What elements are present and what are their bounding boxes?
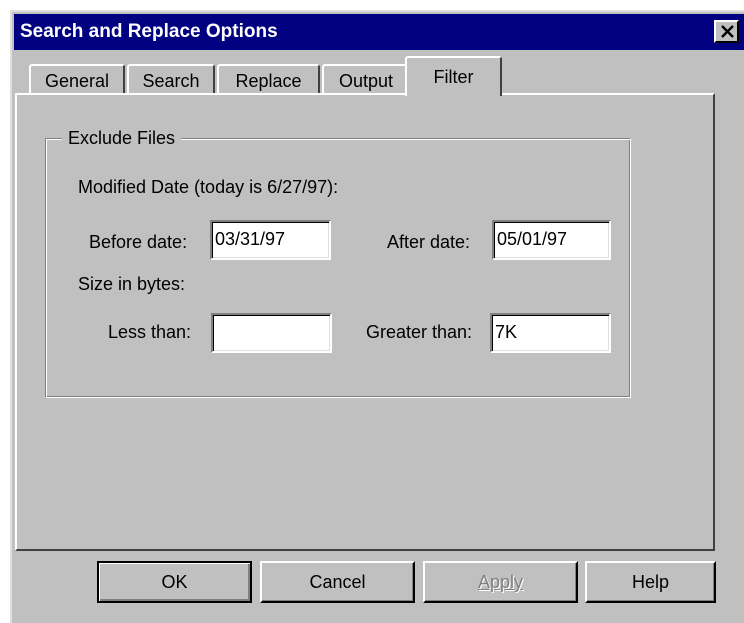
tab-search[interactable]: Search (127, 64, 215, 95)
greater-than-label: Greater than: (366, 322, 473, 342)
tab-general-label: General (44, 71, 110, 91)
exclude-files-group-label: Exclude Files (62, 128, 182, 149)
help-button-label: Help (631, 572, 670, 592)
title-bar[interactable]: Search and Replace Options (14, 14, 744, 50)
before-date-input[interactable]: 03/31/97 (210, 220, 331, 260)
cancel-button[interactable]: Cancel (260, 561, 415, 603)
window-title: Search and Replace Options (20, 21, 278, 42)
size-in-bytes-label: Size in bytes: (78, 274, 186, 294)
tab-replace[interactable]: Replace (217, 64, 320, 95)
greater-than-input[interactable]: 7K (490, 313, 611, 353)
tab-general[interactable]: General (29, 64, 125, 95)
tab-output[interactable]: Output (322, 64, 410, 95)
apply-button-label: Apply (477, 572, 524, 592)
less-than-input[interactable] (211, 313, 332, 353)
modified-date-label: Modified Date (today is 6/27/97): (78, 177, 339, 197)
tab-filter[interactable]: Filter (405, 56, 502, 96)
cancel-button-label: Cancel (309, 572, 366, 592)
before-date-label: Before date: (89, 232, 188, 252)
tab-output-label: Output (338, 71, 394, 91)
ok-button-label: OK (161, 572, 188, 592)
after-date-input[interactable]: 05/01/97 (492, 220, 611, 260)
tab-replace-label: Replace (235, 71, 302, 91)
help-button[interactable]: Help (585, 561, 716, 603)
less-than-label: Less than: (108, 322, 192, 342)
ok-button[interactable]: OK (97, 561, 252, 603)
tab-filter-label: Filter (433, 67, 474, 87)
after-date-label: After date: (387, 232, 471, 252)
tab-search-label: Search (142, 71, 200, 91)
close-icon (721, 25, 734, 38)
apply-button[interactable]: Apply (423, 561, 578, 603)
close-button[interactable] (714, 20, 739, 43)
